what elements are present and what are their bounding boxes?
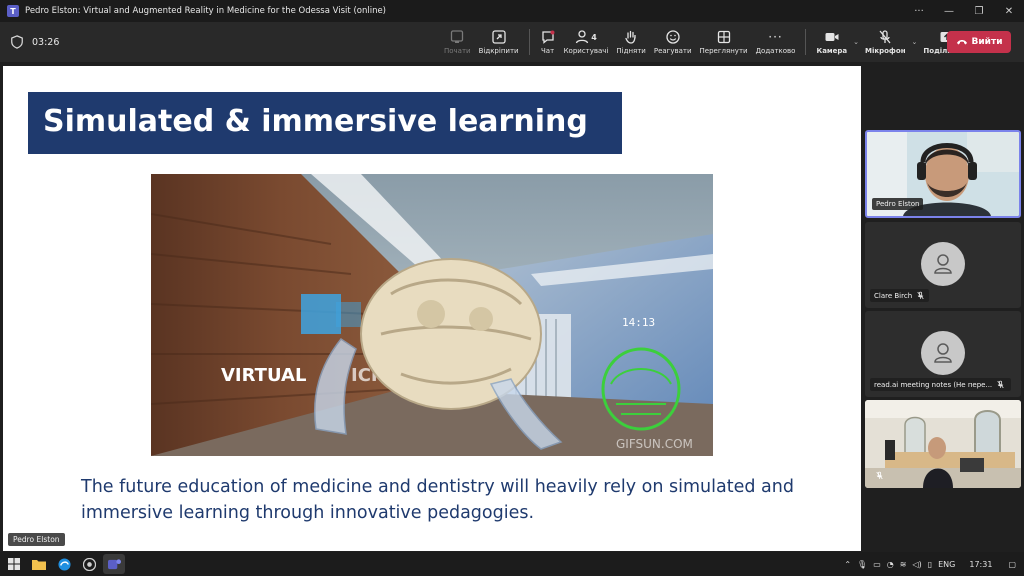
- unpin-icon: [491, 30, 506, 44]
- camera-icon: [825, 33, 839, 41]
- chat-label: Чат: [540, 47, 555, 55]
- close-button[interactable]: ✕: [994, 6, 1024, 17]
- leave-label: Вийти: [971, 37, 1003, 47]
- mic-off-icon: [917, 291, 924, 300]
- shield-icon: [11, 35, 23, 49]
- taskbar-file-explorer[interactable]: [28, 554, 50, 574]
- system-tray: ⌃ 🎙 ▭ ◔ ≋ ◁) ▯ ENG 17:31 ▢: [844, 552, 1024, 576]
- vr-scene-illustration: VIRTUAL ICIN 14:13 GIFSUN.COM: [151, 174, 713, 456]
- volume-icon[interactable]: ◁): [912, 560, 921, 569]
- person-icon: [934, 254, 952, 274]
- participant-name: Clare Birch: [874, 291, 913, 300]
- taskbar-chrome[interactable]: [78, 554, 100, 574]
- folder-icon: [32, 560, 46, 570]
- more-options-icon[interactable]: ···: [904, 6, 934, 17]
- taskbar-teams[interactable]: [103, 554, 125, 574]
- more-button[interactable]: ··· Додатково: [752, 22, 800, 62]
- participant-name: read.ai meeting notes (Не пере...: [874, 380, 993, 389]
- participants-button[interactable]: 4 Користувачі: [560, 22, 613, 62]
- meeting-toolbar: 03:26 Почати Відкріпити Чат 4 Користувач…: [0, 22, 1024, 62]
- presenter-name-tag: Pedro Elston: [8, 533, 65, 546]
- participant-tile-readai[interactable]: read.ai meeting notes (Не пере...: [865, 311, 1021, 397]
- vr-clock-text: 14:13: [622, 316, 655, 329]
- avatar: [921, 331, 965, 375]
- mic-off-icon: [879, 30, 891, 44]
- windows-taskbar: ⌃ 🎙 ▭ ◔ ≋ ◁) ▯ ENG 17:31 ▢: [0, 552, 1024, 576]
- microphone-label: Мікрофон: [865, 47, 906, 55]
- slide-vr-image: VIRTUAL ICIN 14:13 GIFSUN.COM: [151, 174, 713, 456]
- view-label: Переглянути: [699, 47, 748, 55]
- chat-button[interactable]: Чат: [536, 22, 560, 62]
- toolbar-divider: [528, 29, 530, 55]
- network-icon[interactable]: ◔: [887, 560, 894, 569]
- participant-name-tag: read.ai meeting notes (Не пере...: [870, 378, 1011, 391]
- battery-icon[interactable]: ▭: [873, 560, 881, 569]
- microphone-icon[interactable]: 🎙: [857, 560, 867, 569]
- start-menu-button[interactable]: [3, 554, 25, 574]
- window-title: Pedro Elston: Virtual and Augmented Real…: [25, 6, 387, 16]
- notifications-icon[interactable]: ▢: [1008, 560, 1016, 569]
- input-language[interactable]: ENG: [938, 560, 955, 569]
- start-recording-label: Почати: [444, 47, 471, 55]
- toolbar-actions: Почати Відкріпити Чат 4 Користувачі Підн…: [440, 22, 974, 62]
- raise-hand-button[interactable]: Підняти: [612, 22, 649, 62]
- mic-off-icon: [876, 471, 883, 480]
- participant-name-tag: Clare Birch: [870, 289, 930, 302]
- phone-hangup-icon: [956, 40, 967, 45]
- restore-button[interactable]: ❐: [964, 6, 994, 17]
- record-icon: [451, 30, 464, 43]
- avatar: [921, 242, 965, 286]
- taskbar-edge[interactable]: [53, 554, 75, 574]
- browser-icon: [57, 557, 71, 571]
- teams-icon: [107, 558, 121, 569]
- battery-status-icon[interactable]: ▯: [928, 560, 932, 569]
- view-grid-icon: [717, 30, 730, 44]
- react-button[interactable]: Реагувати: [650, 22, 696, 62]
- minimize-button[interactable]: —: [934, 6, 964, 17]
- chrome-icon: [82, 557, 96, 571]
- teams-app-icon: T: [7, 5, 19, 17]
- windows-logo-icon: [8, 558, 20, 570]
- start-recording-button[interactable]: Почати: [440, 22, 475, 62]
- participant-name: Pedro Elston: [876, 200, 920, 208]
- participants-label: Користувачі: [563, 47, 609, 55]
- shared-content-stage: Simulated & immersive learning VIRTUAL I…: [3, 66, 861, 551]
- view-button[interactable]: Переглянути: [696, 22, 752, 62]
- participant-video: [865, 400, 1021, 488]
- raise-hand-icon: [625, 30, 636, 44]
- leave-button[interactable]: Вийти: [947, 31, 1011, 53]
- vr-watermark-text: GIFSUN.COM: [616, 437, 693, 451]
- wifi-icon[interactable]: ≋: [900, 560, 907, 569]
- meeting-timer: 03:26: [32, 36, 60, 48]
- microphone-button[interactable]: Мікрофон: [861, 22, 910, 62]
- toolbar-divider: [805, 29, 807, 55]
- participant-tile-clare[interactable]: Clare Birch: [865, 222, 1021, 308]
- chevron-up-icon[interactable]: ⌃: [844, 560, 851, 569]
- microphone-options-chevron-icon[interactable]: ⌄: [912, 38, 918, 46]
- camera-options-chevron-icon[interactable]: ⌄: [853, 38, 859, 46]
- more-label: Додатково: [755, 47, 796, 55]
- react-label: Реагувати: [653, 47, 692, 55]
- vr-sign-text: VIRTUAL: [221, 365, 306, 386]
- slide-title: Simulated & immersive learning: [43, 104, 588, 139]
- chat-icon: [541, 30, 555, 44]
- participant-tile-pedro[interactable]: Pedro Elston: [865, 130, 1021, 218]
- slide-title-banner: Simulated & immersive learning: [28, 92, 622, 154]
- person-icon: [934, 343, 952, 363]
- raise-hand-label: Підняти: [616, 47, 646, 55]
- unpin-label: Відкріпити: [478, 47, 519, 55]
- participants-count: 4: [591, 32, 597, 42]
- window-titlebar: T Pedro Elston: Virtual and Augmented Re…: [0, 0, 1024, 22]
- more-icon: ···: [768, 30, 783, 44]
- camera-button[interactable]: Камера: [812, 22, 851, 62]
- participant-name-tag: Pedro Elston: [872, 198, 924, 210]
- participant-tile-room[interactable]: [865, 400, 1021, 488]
- taskbar-clock[interactable]: 17:31: [969, 560, 992, 569]
- smile-icon: [666, 30, 680, 44]
- camera-label: Камера: [816, 47, 848, 55]
- mic-off-icon: [997, 380, 1004, 389]
- slide-caption: The future education of medicine and den…: [81, 477, 794, 523]
- people-icon: [576, 30, 589, 44]
- unpin-button[interactable]: Відкріпити: [475, 22, 523, 62]
